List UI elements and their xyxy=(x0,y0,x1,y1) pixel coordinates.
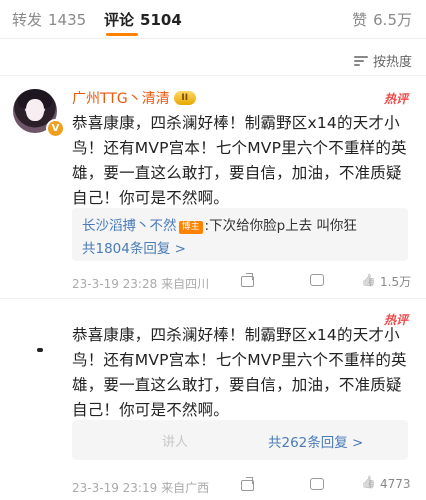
tab-comment-label: 评论 xyxy=(104,11,135,29)
tab-repost-count: 1435 xyxy=(48,11,87,29)
comment-date: 23-3-19 23:28 xyxy=(72,277,158,291)
comment-text: 恭喜康康，四杀澜好棒！制霸野区x14的天才小鸟！还有MVP宫本！七个MVP里六个… xyxy=(72,326,407,419)
reply-preview[interactable]: 讲人 共262条回复 > xyxy=(72,420,408,460)
op-tag: 博主 xyxy=(178,221,203,234)
tab-like-count: 6.5万 xyxy=(373,11,412,29)
active-tab-indicator xyxy=(106,33,138,36)
verified-icon: V xyxy=(46,119,65,138)
comment-button[interactable] xyxy=(310,273,324,287)
reply-text: :下次给你脸p上去 叫你狂 xyxy=(204,218,357,234)
tab-like-label: 赞 xyxy=(352,11,368,29)
sort-label: 按热度 xyxy=(372,55,412,70)
like-count: 4773 xyxy=(380,477,411,491)
comment-button[interactable] xyxy=(310,477,324,491)
avatar-mark xyxy=(37,348,43,352)
share-icon xyxy=(240,477,254,491)
comment-location: 来自四川 xyxy=(161,277,210,291)
level-badge: II xyxy=(173,91,196,105)
like-icon xyxy=(362,275,376,289)
comment-separator xyxy=(0,298,426,299)
avatar[interactable] xyxy=(13,318,57,362)
comment-date: 23-3-19 23:19 xyxy=(72,481,158,495)
tab-comment-count: 5104 xyxy=(140,11,182,29)
reply-preview[interactable]: 长沙滔搏丶不然 博主:下次给你脸p上去 叫你狂 共1804条回复 > xyxy=(72,208,408,261)
like-icon xyxy=(362,477,376,491)
comment-icon xyxy=(310,477,324,491)
divider xyxy=(0,75,426,76)
reply-count-link[interactable]: 共262条回复 > xyxy=(268,431,363,451)
comment-tabs: 转发 1435 评论 5104 赞 6.5万 xyxy=(0,0,426,39)
comment-icon xyxy=(310,273,324,287)
reply-line: 长沙滔搏丶不然 博主:下次给你脸p上去 叫你狂 xyxy=(82,214,357,234)
share-icon xyxy=(240,273,254,287)
tab-comment[interactable]: 评论 5104 xyxy=(104,9,182,30)
avatar-face xyxy=(26,99,44,121)
tab-like[interactable]: 赞 6.5万 xyxy=(352,9,412,30)
username-text: 广州TTG丶清清 xyxy=(72,91,170,107)
sort-icon xyxy=(353,55,368,67)
comment-meta: 23-3-19 23:28 来自四川 xyxy=(72,275,209,292)
hot-comment-tag: 热评 xyxy=(383,92,408,106)
reply-count-link[interactable]: 共1804条回复 > xyxy=(82,237,186,257)
tab-repost[interactable]: 转发 1435 xyxy=(12,9,86,30)
reply-username[interactable]: 长沙滔搏丶不然 xyxy=(82,218,177,234)
share-button[interactable] xyxy=(240,273,254,287)
like-count: 1.5万 xyxy=(380,275,412,289)
reply-preview-faded: 讲人 xyxy=(162,435,189,450)
share-button[interactable] xyxy=(240,477,254,491)
comment-meta: 23-3-19 23:19 来自广西 xyxy=(72,479,209,496)
comment-location: 来自广西 xyxy=(161,481,210,495)
like-button[interactable]: 4773 xyxy=(362,477,411,491)
tab-repost-label: 转发 xyxy=(12,11,43,29)
comment-username[interactable]: 广州TTG丶清清 II xyxy=(72,88,196,108)
comment-text: 恭喜康康，四杀澜好棒！制霸野区x14的天才小鸟！还有MVP宫本！七个MVP里六个… xyxy=(72,114,407,207)
like-button[interactable]: 1.5万 xyxy=(362,273,411,290)
sort-by-hot-button[interactable]: 按热度 xyxy=(353,51,412,70)
